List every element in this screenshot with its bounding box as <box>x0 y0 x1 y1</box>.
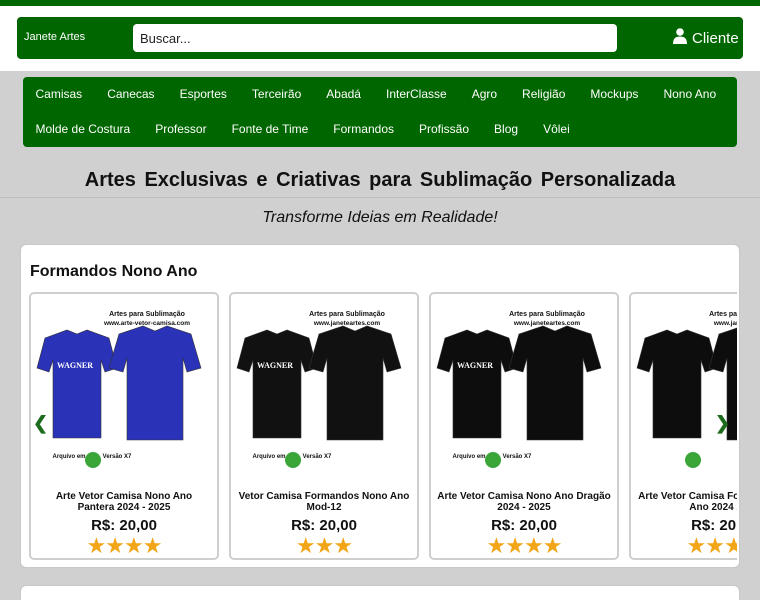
file-note: Arquivo em <box>452 454 485 460</box>
image-header: Artes para Sublimação <box>309 311 385 318</box>
page-subtitle: Transforme Ideias em Realidade! <box>262 209 498 226</box>
client-button[interactable]: Cliente <box>673 28 739 48</box>
shirt-name: WAGNER <box>257 361 293 370</box>
file-note: Arquivo em <box>252 454 285 460</box>
header: Janete Artes Cliente <box>0 6 760 71</box>
rating-stars: ★★★ <box>295 533 353 558</box>
product-card[interactable]: Artes para Sublimação www.janeteartes.co… <box>229 292 419 560</box>
shirt-name: WAGNER <box>57 361 93 370</box>
client-label: Cliente <box>692 29 739 47</box>
divider <box>0 197 760 198</box>
rating-stars: ★★★★ <box>686 533 737 558</box>
nav-item-interclasse[interactable]: InterClasse <box>373 86 459 102</box>
search-input[interactable] <box>133 24 617 52</box>
version-note: Versão X7 <box>503 454 532 460</box>
image-url: www.janeteartes.com <box>313 320 380 327</box>
nav-item-esportes[interactable]: Esportes <box>167 86 239 102</box>
product-carousel: Artes para Sublimação www.arte-vetor-cam… <box>29 292 737 561</box>
next-section-panel <box>20 585 740 600</box>
product-title[interactable]: Arte Vetor Camisa Nono Ano Dragão 2024 -… <box>437 491 611 513</box>
nav-item-formandos[interactable]: Formandos <box>321 121 407 137</box>
image-url: www.janeteartes.com <box>713 320 737 327</box>
product-title[interactable]: Vetor Camisa Formandos Nono Ano Mod-12 <box>237 491 411 513</box>
nav-item-professor[interactable]: Professor <box>143 121 219 137</box>
page-title: Artes Exclusivas e Criativas para Sublim… <box>84 169 676 191</box>
image-header: Artes para Sublimação <box>109 311 185 318</box>
rating-stars: ★★★★ <box>86 533 163 558</box>
image-url: www.arte-vetor-camisa.com <box>103 320 190 327</box>
image-header: Artes para Sublimação <box>509 311 585 318</box>
nav-item-volei[interactable]: Vôlei <box>531 121 583 137</box>
nav-item-agro[interactable]: Agro <box>459 86 509 102</box>
nav-item-religiao[interactable]: Religião <box>510 86 578 102</box>
chevron-right-icon[interactable]: ❯ <box>715 413 730 434</box>
rating-stars: ★★★★ <box>486 533 563 558</box>
version-note: Versão X7 <box>103 454 132 460</box>
nav-item-molde-de-costura[interactable]: Molde de Costura <box>23 121 143 137</box>
product-price: R$: 20,00 <box>291 517 357 534</box>
header-bar: Janete Artes Cliente <box>17 17 743 59</box>
nav-item-abada[interactable]: Abadá <box>314 86 374 102</box>
file-note: Arquivo em <box>52 454 85 460</box>
nav-item-blog[interactable]: Blog <box>482 121 531 137</box>
product-image[interactable]: Artes para Sublimação www.janeteartes.co… <box>435 298 613 476</box>
nav-item-terceirao[interactable]: Terceirão <box>239 86 313 102</box>
image-header: Artes para Sublimação <box>709 311 737 318</box>
nav-item-camisas[interactable]: Camisas <box>23 86 95 102</box>
image-url: www.janeteartes.com <box>513 320 580 327</box>
product-price: R$: 20,00 <box>691 517 737 534</box>
product-section: Formandos Nono Ano Artes para Sublimação… <box>20 244 740 568</box>
nav-row-2: Molde de Costura Professor Fonte de Time… <box>23 121 582 137</box>
product-price: R$: 20,00 <box>491 517 557 534</box>
shirt-name: WAGNER <box>457 361 493 370</box>
product-price: R$: 20,00 <box>91 517 157 534</box>
nav-item-profissao[interactable]: Profissão <box>407 121 482 137</box>
section-title: Formandos Nono Ano <box>30 263 198 280</box>
product-title[interactable]: Arte Vetor Camisa Nono Ano Pantera 2024 … <box>37 491 211 513</box>
product-card[interactable]: Artes para Sublimação www.janeteartes.co… <box>429 292 619 560</box>
product-image[interactable]: Artes para Sublimação www.janeteartes.co… <box>235 298 413 476</box>
nav-row-1: Camisas Canecas Esportes Terceirão Abadá… <box>23 86 729 102</box>
user-icon <box>673 28 687 48</box>
chevron-left-icon[interactable]: ❮ <box>33 413 48 434</box>
version-note: Versão X7 <box>303 454 332 460</box>
nav-item-canecas[interactable]: Canecas <box>95 86 167 102</box>
brand-logo[interactable]: Janete Artes <box>24 31 85 43</box>
product-title[interactable]: Arte Vetor Camisa Formandos Nono Ano 202… <box>637 491 737 513</box>
nav-item-nono-ano[interactable]: Nono Ano <box>651 86 729 102</box>
product-image[interactable]: Artes para Sublimação www.janeteartes.co… <box>635 298 737 476</box>
product-image[interactable]: Artes para Sublimação www.arte-vetor-cam… <box>35 298 213 476</box>
category-nav: Camisas Canecas Esportes Terceirão Abadá… <box>23 77 737 147</box>
nav-item-fonte-de-time[interactable]: Fonte de Time <box>219 121 321 137</box>
nav-item-mockups[interactable]: Mockups <box>578 86 651 102</box>
product-card[interactable]: Artes para Sublimação www.arte-vetor-cam… <box>29 292 219 560</box>
